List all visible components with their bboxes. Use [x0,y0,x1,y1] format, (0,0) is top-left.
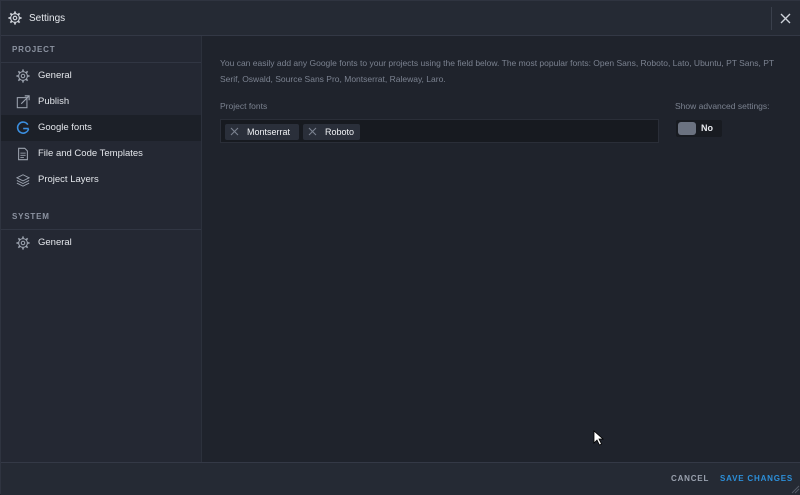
sidebar-item-label: Google fonts [38,122,92,133]
sidebar-item-label: General [38,237,72,248]
save-changes-button[interactable]: SAVE CHANGES [720,474,793,483]
dialog-footer: CANCEL SAVE CHANGES [1,462,800,495]
cancel-button[interactable]: CANCEL [671,474,709,483]
sidebar-item-project-layers[interactable]: Project Layers [1,167,201,193]
project-fonts-input[interactable]: Montserrat Roboto [220,119,659,143]
layers-icon [16,174,30,187]
gear-icon [16,236,30,250]
google-fonts-panel: You can easily add any Google fonts to y… [202,36,800,462]
remove-chip-icon[interactable] [308,127,317,136]
advanced-settings-toggle[interactable]: No [676,120,722,137]
close-button[interactable] [771,7,799,30]
section-title-system: SYSTEM [12,212,50,221]
window-title: Settings [29,13,66,24]
publish-icon [16,95,30,109]
toggle-state: No [701,123,713,133]
sidebar-item-publish[interactable]: Publish [1,89,201,115]
sidebar-item-google-fonts[interactable]: Google fonts [1,115,201,141]
toggle-knob [678,122,696,135]
sidebar-item-label: File and Code Templates [38,148,143,159]
font-chip-label: Montserrat [247,127,291,137]
sidebar-item-general[interactable]: General [1,63,201,89]
sidebar-item-file-templates[interactable]: File and Code Templates [1,141,201,167]
file-template-icon [18,147,28,161]
gear-icon [8,11,22,25]
project-fonts-label: Project fonts [220,101,268,111]
remove-chip-icon[interactable] [230,127,239,136]
title-bar: Settings [1,1,800,36]
description-text: You can easily add any Google fonts to y… [220,58,774,84]
advanced-settings-label: Show advanced settings: [675,101,770,111]
font-chip-montserrat: Montserrat [225,124,299,140]
settings-window: Settings PROJECT General Publish Google … [0,0,800,495]
settings-sidebar: PROJECT General Publish Google fonts Fil… [1,36,202,462]
sidebar-item-system-general[interactable]: General [1,230,201,256]
sidebar-item-label: Publish [38,96,70,107]
resize-grip-icon[interactable] [790,484,800,494]
section-title-project: PROJECT [12,45,56,54]
gear-icon [16,69,30,83]
font-chip-roboto: Roboto [303,124,360,140]
google-icon [16,121,30,134]
close-icon [780,13,791,24]
sidebar-item-label: Project Layers [38,174,99,185]
mouse-cursor-icon [593,430,604,446]
sidebar-item-label: General [38,70,72,81]
font-chip-label: Roboto [325,127,355,137]
